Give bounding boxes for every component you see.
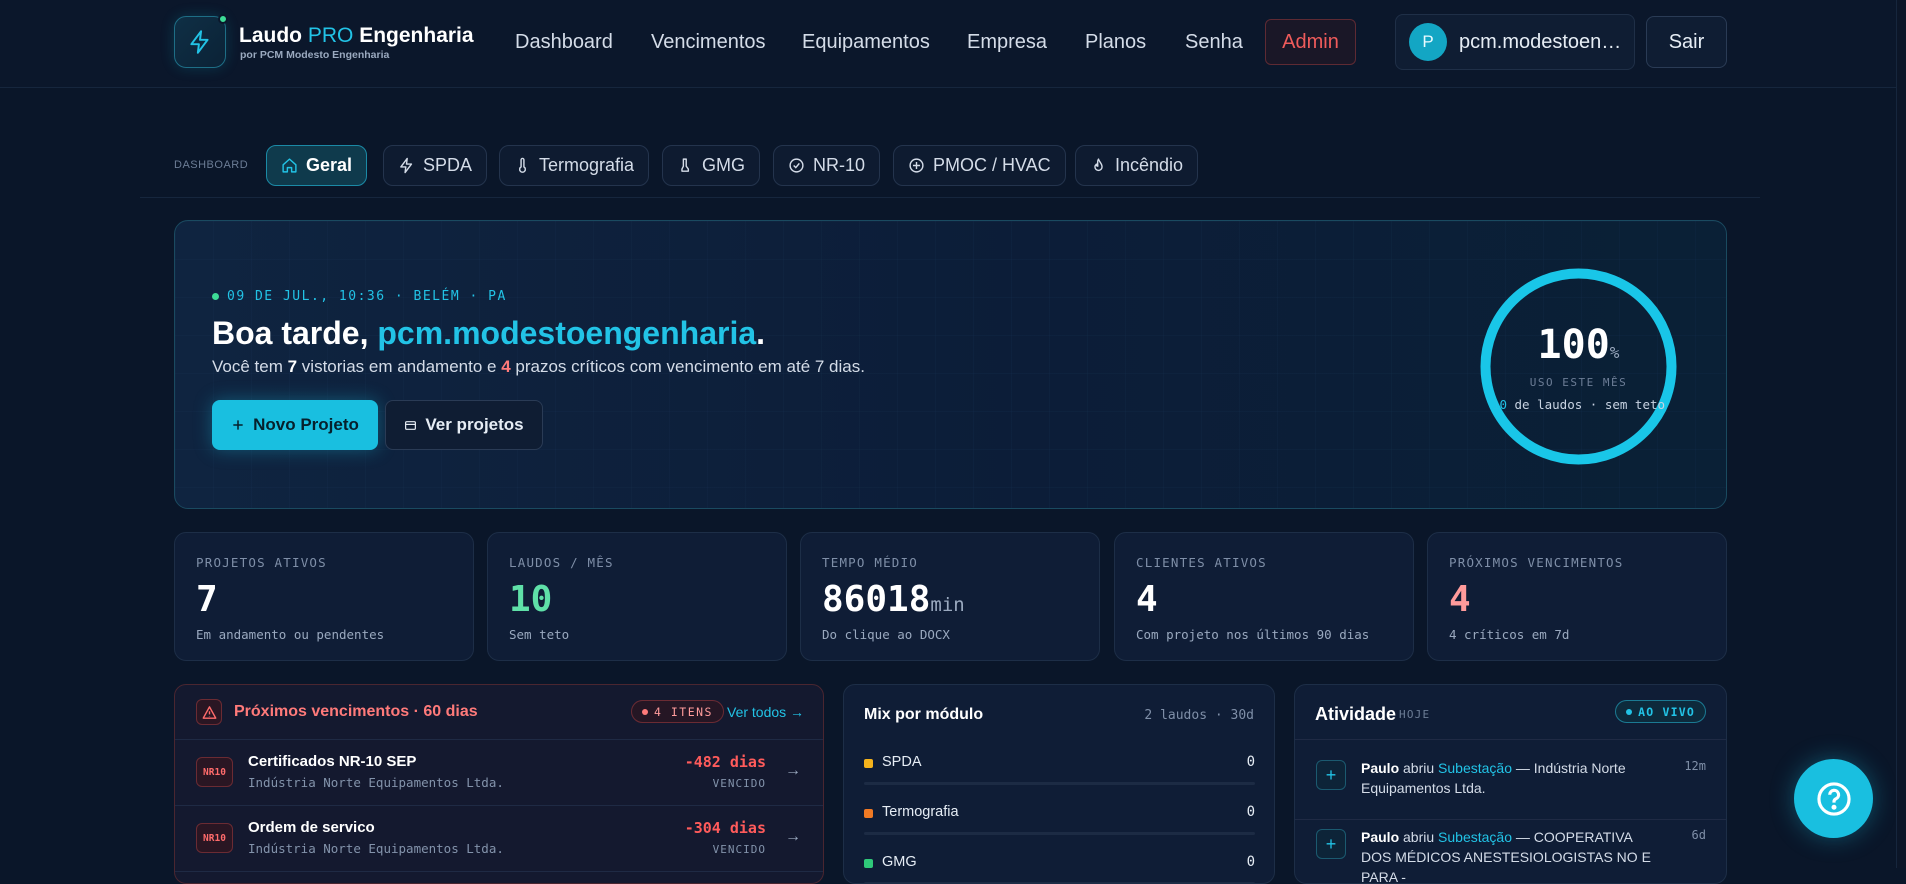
arrow-right-icon: → [785,762,801,779]
tab-pmoc-hvac[interactable]: PMOC / HVAC [893,145,1066,186]
module-tag: NR10 [196,757,233,787]
kpi-value: 4 [1136,579,1158,620]
user-menu[interactable]: P pcm.modestoengenharia [1395,14,1635,70]
mix-row-gmg: GMG 0 [864,841,1255,883]
progress-track [864,832,1255,835]
kpi-projetos-ativos[interactable]: PROJETOS ATIVOS 7 Em andamento ou penden… [174,532,474,661]
logo[interactable] [174,14,228,68]
deadline-row[interactable]: NR10 Certificados NR-10 SEP Indústria No… [175,740,823,806]
tab-nr10[interactable]: NR-10 [773,145,881,186]
warning-icon [196,699,222,725]
new-project-button[interactable]: Novo Projeto [212,400,378,450]
thermometer-icon [518,157,527,173]
mix-row-termografia: Termografia 0 [864,791,1255,841]
bolt-icon [190,30,209,54]
home-icon [282,158,297,173]
view-projects-button[interactable]: Ver projetos [385,400,543,450]
usage-gauge: 100% USO ESTE MÊS 10 de laudos · sem tet… [1478,266,1679,467]
avatar: P [1409,23,1447,61]
nav-vencimentos[interactable]: Vencimentos [651,31,766,54]
help-button[interactable] [1794,759,1873,838]
kpi-value: 86018min [822,579,965,620]
panel-title: Próximos vencimentos · 60 dias [234,703,478,720]
module-mix-panel: Mix por módulo 2 laudos · 30d SPDA 0 Ter… [843,684,1275,884]
usage-detail: 10 de laudos · sem teto [1491,397,1666,412]
items-count-badge: 4 ITENS [631,700,724,723]
nav-dashboard[interactable]: Dashboard [515,31,613,54]
tabs-section-label: DASHBOARD [174,159,249,171]
logout-button[interactable]: Sair [1646,16,1727,68]
module-tag: NR10 [196,823,233,853]
panel-title: Mix por módulo [864,706,984,723]
tab-geral[interactable]: Geral [266,145,368,186]
panel-title: Atividade [1315,704,1397,724]
scrollbar[interactable] [1896,0,1906,868]
usage-percent: 100% [1537,322,1620,368]
flame-icon [1094,158,1103,172]
generator-icon [681,158,690,172]
kpi-laudos-mes[interactable]: LAUDOS / MÊS 10 Sem teto [487,532,787,661]
plus-icon [233,420,243,430]
top-navbar: Laudo PRO Engenharia por PCM Modesto Eng… [0,0,1906,88]
kpi-value: 4 [1449,579,1471,620]
date-location-stamp: 09 DE JUL., 10:36 · BELÉM · PA [212,289,507,304]
legend-swatch [864,859,873,868]
online-dot [218,14,228,24]
progress-track [864,782,1255,785]
plus-icon: + [1316,760,1346,790]
mix-row-spda: SPDA 0 [864,741,1255,791]
kpi-value: 7 [196,579,218,620]
brand-title[interactable]: Laudo PRO Engenharia [239,24,474,48]
brand-subtitle: por PCM Modesto Engenharia [240,49,390,61]
bolt-icon [400,157,413,174]
divider [140,197,1760,198]
tab-spda[interactable]: SPDA [383,145,488,186]
nav-equipamentos[interactable]: Equipamentos [802,31,930,54]
check-circle-icon [789,158,804,173]
legend-swatch [864,759,873,768]
admin-button[interactable]: Admin [1265,19,1356,65]
tab-gmg[interactable]: GMG [662,145,760,186]
see-all-link[interactable]: Ver todos → [727,704,804,720]
activity-panel: Atividade HOJE AO VIVO + Paulo abriu Sub… [1294,684,1727,884]
nav-planos[interactable]: Planos [1085,31,1146,54]
upcoming-deadlines-panel: Próximos vencimentos · 60 dias 4 ITENS V… [174,684,824,884]
live-badge: AO VIVO [1615,700,1706,723]
legend-swatch [864,809,873,818]
plus-circle-icon [909,158,924,173]
nav-senha[interactable]: Senha [1185,31,1243,54]
panel-header: Próximos vencimentos · 60 dias 4 ITENS V… [175,685,823,740]
panel-header: Atividade HOJE AO VIVO [1295,685,1726,740]
activity-item[interactable]: + Paulo abriu Subestação — Indústria Nor… [1295,750,1726,820]
tab-incendio[interactable]: Incêndio [1075,145,1199,186]
help-icon [1816,781,1851,816]
nav-empresa[interactable]: Empresa [967,31,1047,54]
arrow-right-icon: → [785,828,801,845]
plus-icon: + [1316,829,1346,859]
hero-banner: 09 DE JUL., 10:36 · BELÉM · PA Boa tarde… [174,220,1727,509]
activity-item[interactable]: + Paulo abriu Subestação — COOPERATIVA D… [1295,819,1726,883]
summary-text: Você tem 7 vistorias em andamento e 4 pr… [212,357,865,376]
kpi-value: 10 [509,579,553,620]
greeting: Boa tarde, pcm.modestoengenharia. [212,315,766,351]
folder-icon [405,420,417,430]
status-dot [212,293,219,300]
usage-caption: USO ESTE MÊS [1529,376,1628,389]
panel-meta: 2 laudos · 30d [1144,708,1254,723]
user-name: pcm.modestoengenharia [1459,31,1624,53]
tab-termografia[interactable]: Termografia [499,145,650,186]
kpi-tempo-medio[interactable]: TEMPO MÉDIO 86018min Do clique ao DOCX [800,532,1100,661]
period-label: HOJE [1399,708,1431,721]
deadline-row[interactable]: NR10 Ordem de servico Indústria Norte Eq… [175,806,823,872]
kpi-clientes-ativos[interactable]: CLIENTES ATIVOS 4 Com projeto nos último… [1114,532,1414,661]
kpi-proximos-vencimentos[interactable]: PRÓXIMOS VENCIMENTOS 4 4 críticos em 7d [1427,532,1727,661]
